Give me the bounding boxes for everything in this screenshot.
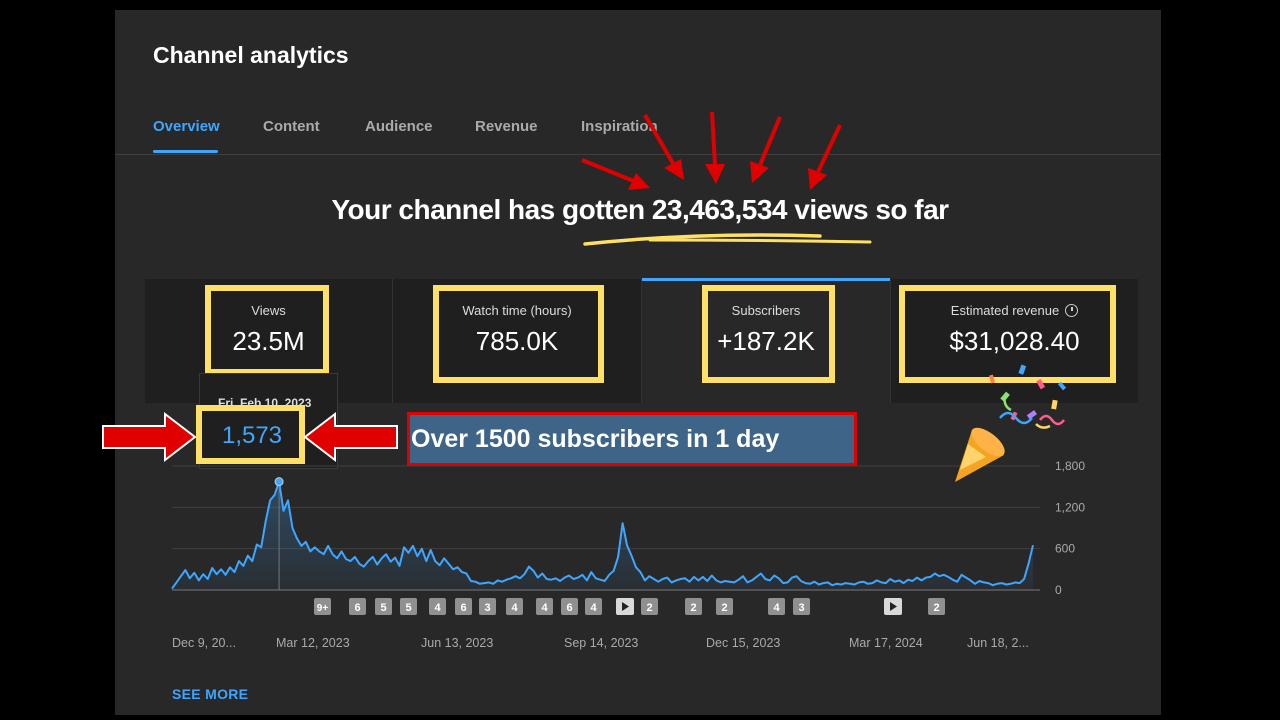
underline-scribble bbox=[648, 238, 872, 244]
svg-text:3: 3 bbox=[484, 602, 490, 614]
red-arrow-icon bbox=[643, 113, 684, 180]
red-arrow-icon bbox=[581, 158, 650, 190]
event-marker[interactable]: 4 bbox=[506, 598, 523, 615]
event-marker[interactable]: 2 bbox=[928, 598, 945, 615]
y-tick-label: 600 bbox=[1055, 542, 1075, 556]
area-fill bbox=[172, 481, 1033, 590]
event-marker[interactable]: 5 bbox=[375, 598, 392, 615]
event-marker[interactable]: 4 bbox=[429, 598, 446, 615]
y-tick-label: 1,200 bbox=[1055, 500, 1085, 514]
svg-text:5: 5 bbox=[380, 602, 386, 614]
svg-text:4: 4 bbox=[511, 602, 518, 614]
see-more-link[interactable]: SEE MORE bbox=[172, 686, 248, 702]
party-popper-icon bbox=[955, 364, 1067, 482]
event-marker[interactable]: 5 bbox=[400, 598, 417, 615]
x-tick-label: Jun 13, 2023 bbox=[421, 636, 493, 650]
event-marker[interactable]: 2 bbox=[641, 598, 658, 615]
event-marker[interactable] bbox=[616, 598, 634, 615]
event-marker[interactable]: 6 bbox=[349, 598, 366, 615]
svg-text:4: 4 bbox=[541, 602, 548, 614]
event-marker[interactable]: 3 bbox=[479, 598, 496, 615]
event-marker[interactable]: 6 bbox=[455, 598, 472, 615]
svg-text:5: 5 bbox=[405, 602, 411, 614]
event-marker[interactable]: 4 bbox=[768, 598, 785, 615]
event-marker[interactable]: 2 bbox=[716, 598, 733, 615]
x-tick-label: Jun 18, 2... bbox=[967, 636, 1029, 650]
svg-text:6: 6 bbox=[354, 602, 360, 614]
svg-text:4: 4 bbox=[434, 602, 441, 614]
svg-text:2: 2 bbox=[690, 602, 696, 614]
svg-text:6: 6 bbox=[460, 602, 466, 614]
svg-text:4: 4 bbox=[773, 602, 780, 614]
peak-point[interactable] bbox=[274, 477, 284, 487]
svg-text:2: 2 bbox=[721, 602, 727, 614]
event-marker[interactable]: 4 bbox=[585, 598, 602, 615]
svg-text:9+: 9+ bbox=[317, 603, 329, 614]
y-tick-label: 0 bbox=[1055, 583, 1062, 597]
x-tick-label: Dec 9, 20... bbox=[172, 636, 236, 650]
svg-text:6: 6 bbox=[566, 602, 572, 614]
arrow-right-icon bbox=[102, 411, 197, 463]
event-marker[interactable]: 4 bbox=[536, 598, 553, 615]
svg-text:4: 4 bbox=[590, 602, 597, 614]
event-marker[interactable]: 6 bbox=[561, 598, 578, 615]
x-tick-label: Mar 12, 2023 bbox=[276, 636, 350, 650]
red-arrow-icon bbox=[705, 111, 725, 184]
svg-text:3: 3 bbox=[798, 602, 804, 614]
red-arrow-icon bbox=[808, 124, 842, 190]
red-arrow-icon bbox=[750, 116, 782, 183]
x-tick-label: Dec 15, 2023 bbox=[706, 636, 780, 650]
arrow-left-icon bbox=[303, 411, 398, 463]
subscribers-chart: 9+ 6 5 5 4 6 3 4 4 6 4 2 2 2 4 3 2 1,800 1,200 600 0 Dec 9, … bbox=[102, 111, 1085, 650]
event-marker[interactable]: 2 bbox=[685, 598, 702, 615]
x-tick-label: Sep 14, 2023 bbox=[564, 636, 638, 650]
svg-text:2: 2 bbox=[646, 602, 652, 614]
x-tick-label: Mar 17, 2024 bbox=[849, 636, 923, 650]
event-marker[interactable]: 9+ bbox=[314, 598, 331, 615]
y-tick-label: 1,800 bbox=[1055, 459, 1085, 473]
svg-text:2: 2 bbox=[933, 602, 939, 614]
event-marker[interactable] bbox=[884, 598, 902, 615]
event-marker[interactable]: 3 bbox=[793, 598, 810, 615]
